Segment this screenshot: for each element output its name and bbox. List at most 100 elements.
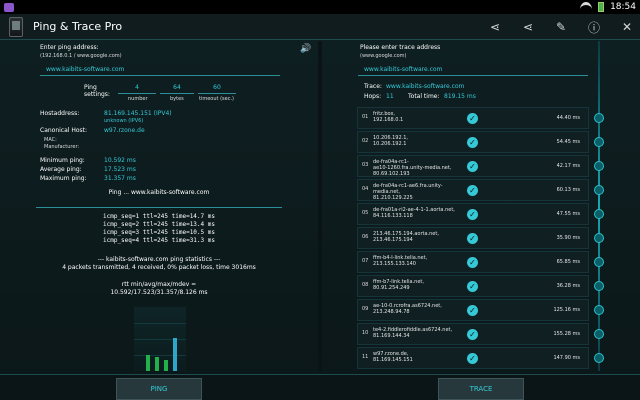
number-label: number: [128, 96, 148, 102]
speaker-icon[interactable]: 🔊: [300, 44, 311, 54]
ping-chart: [134, 307, 186, 371]
check-icon: ✓: [467, 353, 478, 364]
hop-time: 125.16 ms: [553, 307, 580, 313]
ping-chart-bar: [155, 357, 159, 371]
hop-number: 09: [362, 306, 369, 312]
ping-result-2: icmp_seq=2 ttl=245 time=13.4 ms: [103, 221, 215, 228]
ping-address-label: Enter ping address:: [40, 44, 99, 51]
trace-address-input[interactable]: www.kaibits-software.com: [358, 64, 588, 76]
trace-scroll-indicator[interactable]: [594, 41, 604, 371]
timeout-label: timeout (sec.): [199, 96, 234, 102]
hop-number: 02: [362, 138, 369, 144]
panel-divider: [318, 41, 322, 371]
check-icon: ✓: [467, 137, 478, 148]
close-icon[interactable]: ✕: [620, 20, 634, 34]
hop-number: 10: [362, 330, 369, 336]
hop-row[interactable]: 08 ffm-b7-link.telia.net, 80.91.254.249 ✓ 3…: [357, 275, 589, 297]
check-icon: ✓: [467, 209, 478, 220]
ping-bytes-input[interactable]: 64: [160, 82, 194, 94]
check-icon: ✓: [467, 329, 478, 340]
hop-marker: [594, 185, 604, 195]
hop-time: 47.55 ms: [556, 211, 580, 217]
hop-row[interactable]: 03 de-fra04a-rc1- ae10-1260.fra.unity-med…: [357, 155, 589, 177]
notification-icon: [4, 2, 14, 12]
max-ping-value: 31.357 ms: [104, 175, 136, 182]
hop-row[interactable]: 02 10.206.192.1, 10.206.192.1 ✓ 54.45 ms: [357, 131, 589, 153]
hop-row[interactable]: 09 ae-10-0.rcrofra.as6724.net, 213.248.94…: [357, 299, 589, 321]
total-time-label: Total time:: [408, 93, 440, 100]
ping-address-hint: (192.168.0.1 / www.google.com): [40, 53, 122, 59]
hop-number: 01: [362, 114, 369, 120]
canonical-label: Canonical Host:: [40, 127, 88, 134]
ping-result-3: icmp_seq=3 ttl=245 time=10.5 ms: [103, 229, 215, 236]
hop-host: 10.206.192.1, 10.206.192.1: [373, 135, 408, 147]
hop-host: de-fra01a-ri2-ae-4-1-1.aorta.net, 84.116…: [373, 207, 455, 219]
hops-value: 11: [386, 93, 394, 100]
hop-time: 155.28 ms: [553, 331, 580, 337]
hop-row[interactable]: 04 de-fra04a-rc1-ae6.fra.unity- media.net…: [357, 179, 589, 201]
hop-marker: [594, 305, 604, 315]
hop-number: 05: [362, 210, 369, 216]
ping-chart-bar: [173, 338, 177, 371]
app-title: Ping & Trace Pro: [33, 20, 123, 33]
hop-marker: [594, 329, 604, 339]
total-time-value: 819.15 ms: [444, 93, 476, 100]
hop-row[interactable]: 10 te4-2.fiddlerofiddle.as6724.net, 81.16…: [357, 323, 589, 345]
bottom-bar: PING TRACE: [0, 374, 640, 400]
wrench-icon[interactable]: ✎: [554, 20, 568, 34]
hop-marker: [594, 209, 604, 219]
divider: [36, 207, 282, 208]
ping-result-1: icmp_seq=1 ttl=245 time=14.7 ms: [103, 213, 215, 220]
hop-number: 03: [362, 162, 369, 168]
hop-row[interactable]: 11 w97.rzone.de, 81.169.145.151 ✓ 147.90 ms: [357, 347, 589, 369]
trace-button[interactable]: TRACE: [438, 378, 524, 400]
trace-label: Trace:: [364, 83, 382, 90]
ping-number-input[interactable]: 4: [118, 82, 156, 94]
avg-ping-value: 17.523 ms: [104, 166, 136, 173]
ping-timeout-input[interactable]: 60: [198, 82, 236, 94]
max-ping-label: Maximum ping:: [40, 175, 87, 182]
stats-line: 4 packets transmitted, 4 received, 0% pa…: [62, 264, 256, 271]
hop-time: 35.90 ms: [556, 235, 580, 241]
check-icon: ✓: [467, 281, 478, 292]
hop-marker: [594, 281, 604, 291]
trace-address-hint: (www.google.com): [360, 53, 407, 59]
info-icon[interactable]: ⓘ: [587, 20, 601, 35]
action-bar: Ping & Trace Pro ⋖ ⋖ ✎ ⓘ ✕: [0, 14, 640, 40]
hop-number: 11: [362, 354, 369, 360]
check-icon: ✓: [467, 233, 478, 244]
rtt-label: rtt min/avg/max/mdev =: [121, 281, 197, 288]
hop-time: 36.28 ms: [556, 283, 580, 289]
check-icon: ✓: [467, 185, 478, 196]
status-time: 18:54: [610, 2, 636, 12]
hop-marker: [594, 233, 604, 243]
ping-address-input[interactable]: www.kaibits-software.com: [40, 64, 280, 76]
hop-time: 60.13 ms: [556, 187, 580, 193]
hop-marker: [594, 353, 604, 363]
wifi-icon: [580, 3, 592, 11]
ping-settings-label: Ping settings:: [84, 84, 110, 98]
hop-row[interactable]: 05 de-fra01a-ri2-ae-4-1-1.aorta.net, 84.1…: [357, 203, 589, 225]
check-icon: ✓: [467, 161, 478, 172]
hop-time: 65.85 ms: [556, 259, 580, 265]
check-icon: ✓: [467, 113, 478, 124]
hop-row[interactable]: 07 ffm-b4-l-link.telia.net, 213.155.133.1…: [357, 251, 589, 273]
battery-icon: [598, 2, 605, 12]
hop-marker: [594, 257, 604, 267]
hop-marker: [594, 161, 604, 171]
share-alt-icon[interactable]: ⋖: [521, 20, 535, 34]
ping-result-4: icmp_seq=4 ttl=245 time=31.3 ms: [103, 237, 215, 244]
hop-host: de-fra04a-rc1- ae10-1260.fra.unity-media…: [373, 159, 452, 177]
hop-row[interactable]: 06 213.46.175.194.aorta.net, 213.46.175.1…: [357, 227, 589, 249]
ping-button[interactable]: PING: [116, 378, 202, 400]
app-icon: [9, 16, 23, 37]
hop-time: 44.40 ms: [556, 115, 580, 121]
hop-host: ffm-b7-link.telia.net, 80.91.254.249: [373, 279, 424, 291]
canonical-value: w97.rzone.de: [104, 127, 145, 134]
ping-chart-bar: [146, 355, 150, 371]
hop-time: 42.17 ms: [556, 163, 580, 169]
hop-row[interactable]: 01 fritz.box, 192.168.0.1 ✓ 44.40 ms: [357, 107, 589, 129]
stats-title: --- kaibits-software.com ping statistics…: [97, 256, 221, 263]
hops-label: Hops:: [364, 93, 382, 100]
share-icon[interactable]: ⋖: [488, 20, 502, 34]
